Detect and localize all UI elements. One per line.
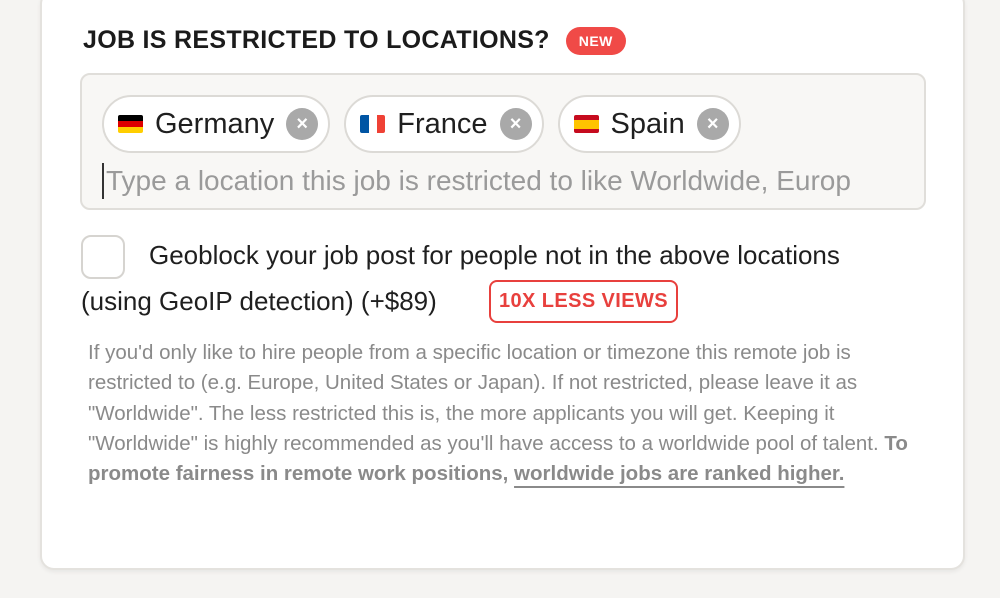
germany-flag-icon <box>118 115 143 133</box>
geoblock-checkbox[interactable] <box>81 235 125 279</box>
help-paragraph: If you'd only like to hire people from a… <box>88 341 879 455</box>
location-chips: Germany × France × Spain × <box>102 95 741 153</box>
new-badge: NEW <box>565 26 626 55</box>
location-chip-spain: Spain × <box>557 95 741 153</box>
location-search-input[interactable] <box>102 163 908 199</box>
help-text: If you'd only like to hire people from a… <box>88 338 938 489</box>
location-chip-germany: Germany × <box>102 95 331 153</box>
chip-label: France <box>397 107 488 140</box>
less-views-badge: 10X LESS VIEWS <box>489 280 678 323</box>
section-header: JOB IS RESTRICTED TO LOCATIONS? NEW <box>83 26 626 55</box>
geoblock-label: Geoblock your job post for people not in… <box>149 240 840 270</box>
france-flag-icon <box>360 115 386 133</box>
section-title: JOB IS RESTRICTED TO LOCATIONS? <box>83 26 550 54</box>
geoblock-label-price: (using GeoIP detection) (+$89) <box>81 286 437 316</box>
chip-label: Germany <box>155 107 275 140</box>
remove-germany-icon[interactable]: × <box>286 108 319 140</box>
ranked-higher-note: worldwide jobs are ranked higher. <box>514 462 845 486</box>
location-chip-france: France × <box>344 95 544 153</box>
spain-flag-icon <box>573 115 599 133</box>
remove-spain-icon[interactable]: × <box>696 108 729 140</box>
remove-france-icon[interactable]: × <box>499 108 532 140</box>
chip-label: Spain <box>610 107 685 140</box>
location-tag-input[interactable]: Germany × France × Spain × <box>80 73 926 210</box>
